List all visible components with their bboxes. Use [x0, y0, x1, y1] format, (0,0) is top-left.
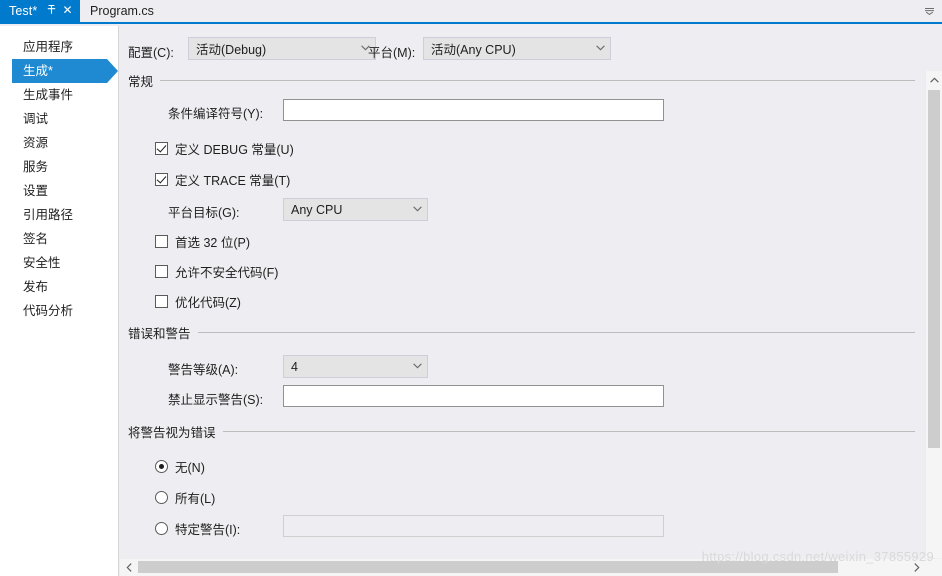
- configuration-bar: 配置(C): 活动(Debug) 平台(M): 活动(Any CPU): [120, 26, 942, 71]
- section-title-treat-warnings: 将警告视为错误: [128, 426, 216, 440]
- configuration-value: 活动(Debug): [196, 43, 267, 57]
- define-debug-checkbox-row[interactable]: 定义 DEBUG 常量(U): [155, 139, 294, 158]
- pin-icon[interactable]: [45, 4, 57, 18]
- sidebar-item-build-events[interactable]: 生成事件: [0, 83, 118, 107]
- optimize-code-checkbox-row[interactable]: 优化代码(Z): [155, 292, 241, 311]
- sidebar-item-label: 引用路径: [23, 208, 74, 222]
- project-properties-window: Test* ✕ Program.cs 应用程序 生成* 生成事件 调试 资源 服…: [0, 0, 942, 576]
- allow-unsafe-checkbox-row[interactable]: 允许不安全代码(F): [155, 262, 278, 281]
- prefer-32bit-label: 首选 32 位(P): [175, 236, 251, 250]
- sidebar-item-label: 服务: [23, 160, 49, 174]
- platform-target-select[interactable]: Any CPU: [283, 198, 428, 221]
- conditional-symbols-label: 条件编译符号(Y):: [168, 107, 264, 121]
- tab-test[interactable]: Test* ✕: [0, 0, 80, 22]
- treat-warnings-specific-label: 特定警告(I):: [175, 523, 241, 537]
- optimize-code-label: 优化代码(Z): [175, 296, 241, 310]
- sidebar-item-application[interactable]: 应用程序: [0, 35, 118, 59]
- radio-icon[interactable]: [155, 491, 168, 504]
- chevron-left-icon[interactable]: [120, 559, 137, 575]
- chevron-right-icon[interactable]: [908, 559, 925, 575]
- define-trace-checkbox-row[interactable]: 定义 TRACE 常量(T): [155, 170, 290, 189]
- radio-icon[interactable]: [155, 460, 168, 473]
- platform-select[interactable]: 活动(Any CPU): [423, 37, 611, 60]
- sidebar-item-label: 应用程序: [23, 40, 74, 54]
- platform-target-label: 平台目标(G):: [168, 206, 240, 220]
- divider: [160, 80, 915, 81]
- sidebar-item-security[interactable]: 安全性: [0, 251, 118, 275]
- divider: [222, 431, 915, 432]
- checkbox-icon[interactable]: [155, 265, 168, 278]
- options-scroll-pane: 常规 条件编译符号(Y): 定义 DEBUG 常量(U) 定义 TRACE 常量…: [120, 71, 942, 558]
- sidebar-item-label: 设置: [23, 184, 49, 198]
- sidebar-item-services[interactable]: 服务: [0, 155, 118, 179]
- chevron-down-icon: [407, 362, 427, 371]
- sidebar-item-signing[interactable]: 签名: [0, 227, 118, 251]
- sidebar-item-resources[interactable]: 资源: [0, 131, 118, 155]
- treat-warnings-all-radio-row[interactable]: 所有(L): [155, 488, 215, 507]
- horizontal-scrollbar-thumb[interactable]: [138, 561, 838, 573]
- warning-level-label: 警告等级(A):: [168, 363, 239, 377]
- sidebar-item-debug[interactable]: 调试: [0, 107, 118, 131]
- sidebar-item-label: 调试: [23, 112, 49, 126]
- radio-icon[interactable]: [155, 522, 168, 535]
- checkbox-icon[interactable]: [155, 235, 168, 248]
- prefer-32bit-checkbox-row[interactable]: 首选 32 位(P): [155, 232, 250, 251]
- suppress-warnings-label: 禁止显示警告(S):: [168, 393, 264, 407]
- platform-label: 平台(M):: [368, 46, 416, 60]
- section-title-errors-warnings: 错误和警告: [128, 327, 191, 341]
- section-header-general: 常规: [128, 71, 915, 90]
- tab-test-label: Test*: [9, 4, 38, 18]
- build-settings-panel: 配置(C): 活动(Debug) 平台(M): 活动(Any CPU) 常规 条…: [120, 26, 942, 576]
- section-title-general: 常规: [128, 75, 154, 89]
- chevron-down-icon: [407, 205, 427, 214]
- category-sidebar[interactable]: 应用程序 生成* 生成事件 调试 资源 服务 设置 引用路径 签名 安全性 发布: [0, 26, 119, 576]
- sidebar-item-publish[interactable]: 发布: [0, 275, 118, 299]
- configuration-label: 配置(C):: [128, 46, 174, 60]
- define-debug-label: 定义 DEBUG 常量(U): [175, 143, 294, 157]
- allow-unsafe-label: 允许不安全代码(F): [175, 266, 279, 280]
- chevron-down-icon[interactable]: [920, 2, 938, 20]
- vertical-scrollbar-thumb[interactable]: [928, 90, 940, 448]
- suppress-warnings-input[interactable]: [283, 385, 664, 407]
- divider: [197, 332, 915, 333]
- checkbox-icon[interactable]: [155, 142, 168, 155]
- warning-level-value: 4: [291, 359, 298, 374]
- specific-warnings-input[interactable]: [283, 515, 664, 537]
- sidebar-item-label: 资源: [23, 136, 49, 150]
- tab-program-cs[interactable]: Program.cs: [82, 0, 164, 22]
- sidebar-item-build[interactable]: 生成*: [12, 59, 118, 83]
- configuration-select[interactable]: 活动(Debug): [188, 37, 376, 60]
- tab-program-cs-label: Program.cs: [90, 4, 154, 18]
- conditional-symbols-input[interactable]: [283, 99, 664, 121]
- chevron-down-icon: [590, 44, 610, 53]
- platform-target-value: Any CPU: [291, 202, 343, 217]
- sidebar-item-label: 代码分析: [23, 304, 74, 318]
- treat-warnings-specific-radio-row[interactable]: 特定警告(I):: [155, 519, 240, 538]
- treat-warnings-none-radio-row[interactable]: 无(N): [155, 457, 205, 476]
- section-header-treat-warnings: 将警告视为错误: [128, 422, 915, 441]
- sidebar-item-reference-paths[interactable]: 引用路径: [0, 203, 118, 227]
- checkbox-icon[interactable]: [155, 173, 168, 186]
- define-trace-label: 定义 TRACE 常量(T): [175, 174, 291, 188]
- close-icon[interactable]: ✕: [61, 3, 74, 18]
- sidebar-item-label: 生成*: [23, 64, 53, 78]
- vertical-scrollbar[interactable]: [925, 71, 942, 558]
- horizontal-scrollbar[interactable]: [120, 559, 925, 576]
- sidebar-item-label: 签名: [23, 232, 49, 246]
- section-header-errors-warnings: 错误和警告: [128, 323, 915, 342]
- tab-strip: Test* ✕ Program.cs: [0, 0, 942, 24]
- treat-warnings-none-label: 无(N): [175, 461, 205, 475]
- scrollbar-corner: [925, 559, 942, 576]
- sidebar-item-label: 生成事件: [23, 88, 74, 102]
- chevron-up-icon[interactable]: [926, 71, 942, 88]
- sidebar-item-label: 安全性: [23, 256, 61, 270]
- sidebar-item-label: 发布: [23, 280, 49, 294]
- platform-value: 活动(Any CPU): [431, 43, 516, 57]
- checkbox-icon[interactable]: [155, 295, 168, 308]
- sidebar-item-settings[interactable]: 设置: [0, 179, 118, 203]
- sidebar-item-code-analysis[interactable]: 代码分析: [0, 299, 118, 323]
- warning-level-select[interactable]: 4: [283, 355, 428, 378]
- treat-warnings-all-label: 所有(L): [175, 492, 216, 506]
